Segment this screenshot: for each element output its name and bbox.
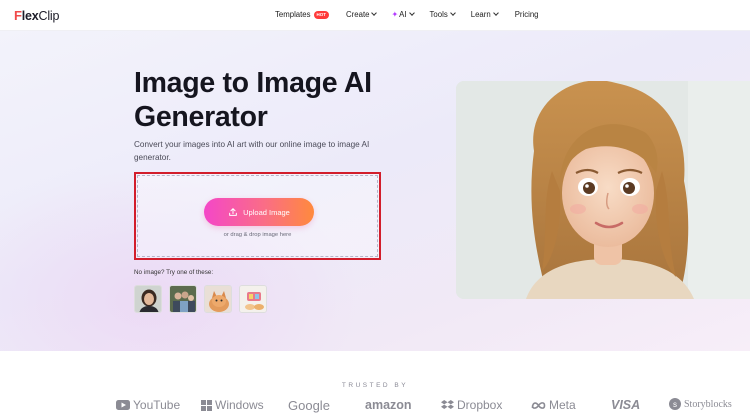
objects-photo-image [240, 286, 266, 312]
youtube-logo: YouTube [116, 398, 180, 412]
meta-infinity-icon [531, 401, 546, 409]
svg-text:s: s [673, 400, 677, 409]
nav-pricing[interactable]: Pricing [515, 10, 539, 19]
youtube-play-icon [116, 400, 130, 410]
trusted-by-label: TRUSTED BY [341, 382, 409, 389]
page-title: Image to Image AI Generator [134, 66, 434, 134]
sample-images-label: No image? Try one of these: [134, 269, 214, 276]
drag-drop-hint: or drag & drop image here [223, 232, 292, 238]
chevron-down-icon [408, 10, 415, 16]
dropbox-label: Dropbox [457, 398, 503, 412]
nav-create[interactable]: Create [346, 10, 378, 19]
nav-tools-label: Tools [429, 10, 448, 19]
top-navbar: Flex Clip Templates HOT Create ✦ AI Tools… [0, 0, 750, 31]
meta-label: Meta [549, 398, 576, 412]
youtube-label: YouTube [133, 398, 181, 412]
nav-tools[interactable]: Tools [429, 10, 456, 19]
sample-family-photo[interactable] [169, 285, 197, 313]
upload-icon [229, 208, 237, 216]
nav-ai-label: AI [399, 10, 407, 19]
hero-description: Convert your images into AI art with our… [134, 140, 370, 162]
sparkle-icon: ✦ [391, 10, 399, 19]
google-label: Google [288, 398, 330, 413]
nav-pricing-label: Pricing [514, 10, 539, 19]
nav-ai[interactable]: ✦ AI [391, 10, 415, 19]
trusted-brands-row: YouTube Windows Google amazon Dropbox Me… [0, 398, 750, 414]
hero-section: Image to Image AI Generator Convert your… [0, 31, 750, 351]
sample-cat-photo[interactable] [204, 285, 232, 313]
windows-label: Windows [215, 398, 264, 412]
chevron-down-icon [449, 10, 456, 16]
nav-templates[interactable]: Templates HOT [275, 10, 330, 19]
hot-badge: HOT [313, 10, 330, 19]
amazon-logo: amazon [365, 398, 412, 412]
nav-learn-label: Learn [470, 10, 491, 19]
windows-icon [201, 399, 212, 411]
upload-image-label: Upload Image [243, 207, 290, 217]
nav-learn[interactable]: Learn [470, 10, 499, 19]
page-title-line2: Generator [134, 101, 268, 133]
sample-images-row [134, 285, 267, 313]
visa-logo: VISA [611, 398, 640, 412]
logo-text-clip: Clip [38, 8, 60, 23]
nav-templates-label: Templates [275, 10, 311, 19]
cat-photo-image [205, 286, 231, 312]
storyblocks-label: Storyblocks [684, 398, 732, 410]
main-nav: Templates HOT Create ✦ AI Tools Learn Pr… [275, 10, 539, 19]
sample-woman-portrait[interactable] [134, 285, 162, 313]
family-photo-image [170, 286, 196, 312]
amazon-label: amazon [365, 398, 412, 412]
storyblocks-logo: s Storyblocks [669, 398, 732, 410]
storyblocks-icon: s [669, 398, 681, 410]
logo-text-lex: lex [21, 8, 39, 23]
nav-create-label: Create [346, 10, 370, 19]
ai-generated-portrait-image [456, 81, 750, 299]
cartoon-girl-illustration [456, 81, 750, 299]
dropbox-logo: Dropbox [441, 398, 502, 412]
logo-letter-f: F [14, 8, 22, 23]
meta-logo: Meta [531, 398, 576, 412]
windows-logo: Windows [201, 398, 264, 412]
chevron-down-icon [371, 10, 378, 16]
visa-label: VISA [611, 398, 641, 412]
upload-image-button[interactable]: Upload Image [204, 198, 314, 226]
dropbox-icon [441, 399, 454, 409]
upload-dropzone[interactable]: Upload Image or drag & drop image here [134, 172, 381, 260]
chevron-down-icon [492, 10, 499, 16]
woman-portrait-image [135, 286, 161, 312]
flexclip-logo[interactable]: Flex Clip [14, 8, 59, 23]
google-logo: Google [288, 398, 330, 413]
page-title-line1: Image to Image AI [134, 67, 372, 99]
sample-objects-photo[interactable] [239, 285, 267, 313]
